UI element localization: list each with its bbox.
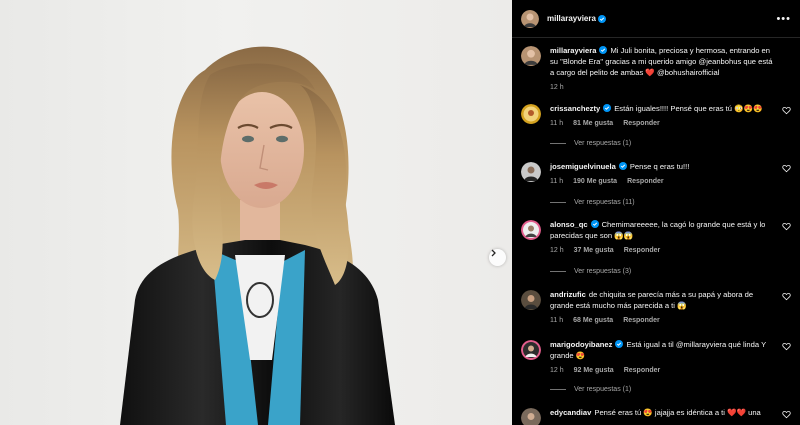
avatar[interactable] — [521, 290, 541, 310]
reply-button[interactable]: Responder — [623, 315, 660, 326]
caption-username[interactable]: millarayviera — [550, 46, 596, 55]
caption-time: 12 h — [550, 84, 564, 91]
heart-icon[interactable] — [782, 410, 791, 419]
portrait-image — [120, 46, 395, 425]
verified-badge-icon — [618, 162, 627, 170]
verified-badge-icon — [599, 46, 608, 54]
post-caption: millarayviera Mi Juli bonita, preciosa y … — [521, 45, 791, 93]
view-replies-button[interactable]: Ver respuestas (3) — [550, 268, 631, 275]
comment-text: Pense q eras tu!!! — [629, 162, 690, 171]
heart-icon[interactable] — [782, 164, 791, 173]
comment-likes[interactable]: 37 Me gusta — [574, 245, 614, 256]
comment-username[interactable]: josemiguelvinuela — [550, 162, 616, 171]
comment-item: alonso_qc Chemimareeeee, la cagó lo grand… — [521, 219, 791, 256]
view-replies-button[interactable]: Ver respuestas (1) — [550, 386, 631, 393]
comment-text: Pensé eras tú 😍 jajajja es idéntica a ti… — [594, 408, 761, 417]
avatar[interactable] — [521, 9, 539, 28]
heart-icon[interactable] — [782, 292, 791, 301]
avatar[interactable] — [521, 408, 541, 425]
view-replies-button[interactable]: Ver respuestas (1) — [550, 140, 631, 147]
comment-username[interactable]: andrizufic — [550, 290, 586, 299]
comment-item: edycandiav Pensé eras tú 😍 jajajja es idé… — [521, 407, 791, 425]
heart-icon[interactable] — [782, 222, 791, 231]
comment-text: Están iguales!!!! Pensé que eras tú 😳😍😍 — [614, 104, 763, 113]
verified-badge-icon — [615, 340, 624, 348]
avatar[interactable] — [521, 220, 541, 240]
comment-username[interactable]: alonso_qc — [550, 220, 588, 229]
post-header: millarayviera ••• — [512, 0, 800, 38]
reply-button[interactable]: Responder — [624, 365, 661, 376]
chevron-right-icon — [491, 249, 496, 257]
comment-time: 11 h — [550, 317, 564, 324]
comment-item: josemiguelvinuela Pense q eras tu!!! 11 h… — [521, 161, 791, 187]
reply-button[interactable]: Responder — [627, 176, 664, 187]
reply-button[interactable]: Responder — [624, 245, 661, 256]
comment-item: crissanchezty Están iguales!!!! Pensé que… — [521, 103, 791, 129]
avatar[interactable] — [521, 340, 541, 360]
verified-badge-icon — [603, 104, 612, 112]
comment-time: 11 h — [550, 178, 564, 185]
comment-time: 12 h — [550, 367, 564, 374]
heart-icon[interactable] — [782, 342, 791, 351]
comment-item: marigodoyibanez Está igual a til @millara… — [521, 339, 791, 376]
comment-likes[interactable]: 190 Me gusta — [573, 176, 617, 187]
comment-time: 12 h — [550, 247, 564, 254]
verified-badge-icon — [597, 14, 606, 23]
avatar[interactable] — [521, 46, 541, 66]
comments-panel: millarayviera ••• millarayviera Mi Juli b… — [512, 0, 800, 425]
comment-username[interactable]: crissanchezty — [550, 104, 600, 113]
post-photo — [0, 0, 512, 425]
more-options-button[interactable]: ••• — [776, 13, 791, 25]
comments-list[interactable]: millarayviera Mi Juli bonita, preciosa y … — [512, 39, 800, 425]
comment-likes[interactable]: 92 Me gusta — [574, 365, 614, 376]
comment-username[interactable]: edycandiav — [550, 408, 591, 417]
next-photo-button[interactable] — [489, 249, 506, 266]
avatar[interactable] — [521, 162, 541, 182]
view-replies-button[interactable]: Ver respuestas (11) — [550, 199, 635, 206]
heart-icon[interactable] — [782, 106, 791, 115]
comment-likes[interactable]: 81 Me gusta — [573, 118, 613, 129]
comment-username[interactable]: marigodoyibanez — [550, 340, 612, 349]
comment-likes[interactable]: 68 Me gusta — [573, 315, 613, 326]
avatar[interactable] — [521, 104, 541, 124]
comment-item: andrizufic de chiquita se parecía más a s… — [521, 289, 791, 326]
verified-badge-icon — [590, 220, 599, 228]
post-author-username[interactable]: millarayviera — [547, 14, 596, 23]
comment-time: 11 h — [550, 120, 564, 127]
reply-button[interactable]: Responder — [623, 118, 660, 129]
